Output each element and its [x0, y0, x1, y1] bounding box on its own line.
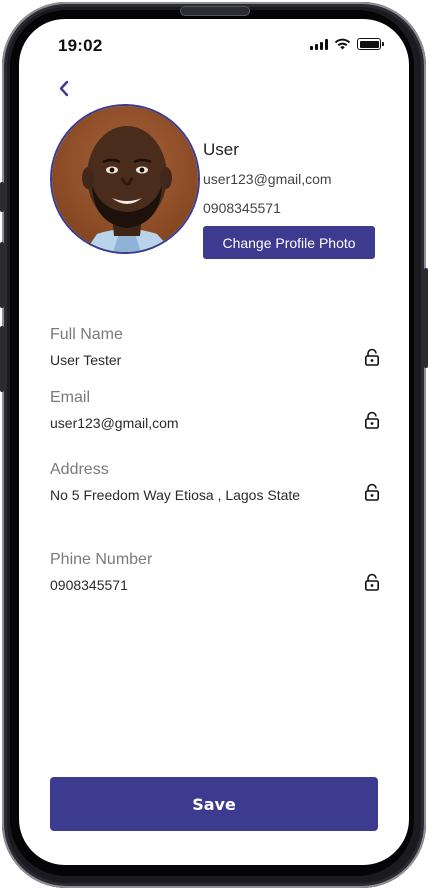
cellular-signal-icon — [310, 38, 328, 50]
field-label: Full Name — [50, 326, 123, 343]
status-icons — [310, 38, 384, 50]
field-label: Email — [50, 389, 91, 406]
volume-up-button — [0, 242, 4, 308]
chevron-left-icon — [59, 80, 69, 97]
battery-level — [359, 40, 379, 48]
lock-icon[interactable] — [364, 348, 380, 366]
profile-email: user123@gmail,com — [203, 171, 332, 187]
change-profile-photo-button[interactable]: Change Profile Photo — [203, 226, 375, 259]
field-value[interactable]: No 5 Freedom Way Etiosa , Lagos State — [50, 487, 380, 503]
field-value[interactable]: User Tester — [50, 352, 380, 368]
person-photo-icon — [52, 106, 198, 252]
field-full-name[interactable]: Full Name User Tester — [50, 326, 380, 368]
profile-name: User — [203, 140, 239, 159]
speaker-grille — [180, 6, 250, 16]
power-button — [424, 268, 428, 368]
lock-icon[interactable] — [364, 573, 380, 591]
wifi-icon — [334, 38, 351, 50]
lock-icon[interactable] — [364, 411, 380, 429]
battery-icon — [357, 38, 384, 50]
lock-icon[interactable] — [364, 483, 380, 501]
mute-switch — [0, 182, 4, 212]
status-time: 19:02 — [58, 36, 103, 55]
back-button[interactable] — [53, 77, 77, 101]
profile-avatar[interactable] — [50, 104, 200, 254]
screen: 19:02 User user123@gmail,com 0908345571 … — [19, 19, 409, 865]
volume-down-button — [0, 326, 4, 392]
field-value[interactable]: user123@gmail,com — [50, 415, 380, 431]
field-value[interactable]: 0908345571 — [50, 577, 380, 593]
field-label: Phine Number — [50, 551, 153, 568]
field-label: Address — [50, 461, 109, 478]
field-address[interactable]: Address No 5 Freedom Way Etiosa , Lagos … — [50, 461, 380, 503]
save-button[interactable]: Save — [50, 777, 378, 831]
field-email[interactable]: Email user123@gmail,com — [50, 389, 380, 431]
field-phone-number[interactable]: Phine Number 0908345571 — [50, 551, 380, 593]
profile-phone: 0908345571 — [203, 200, 281, 216]
